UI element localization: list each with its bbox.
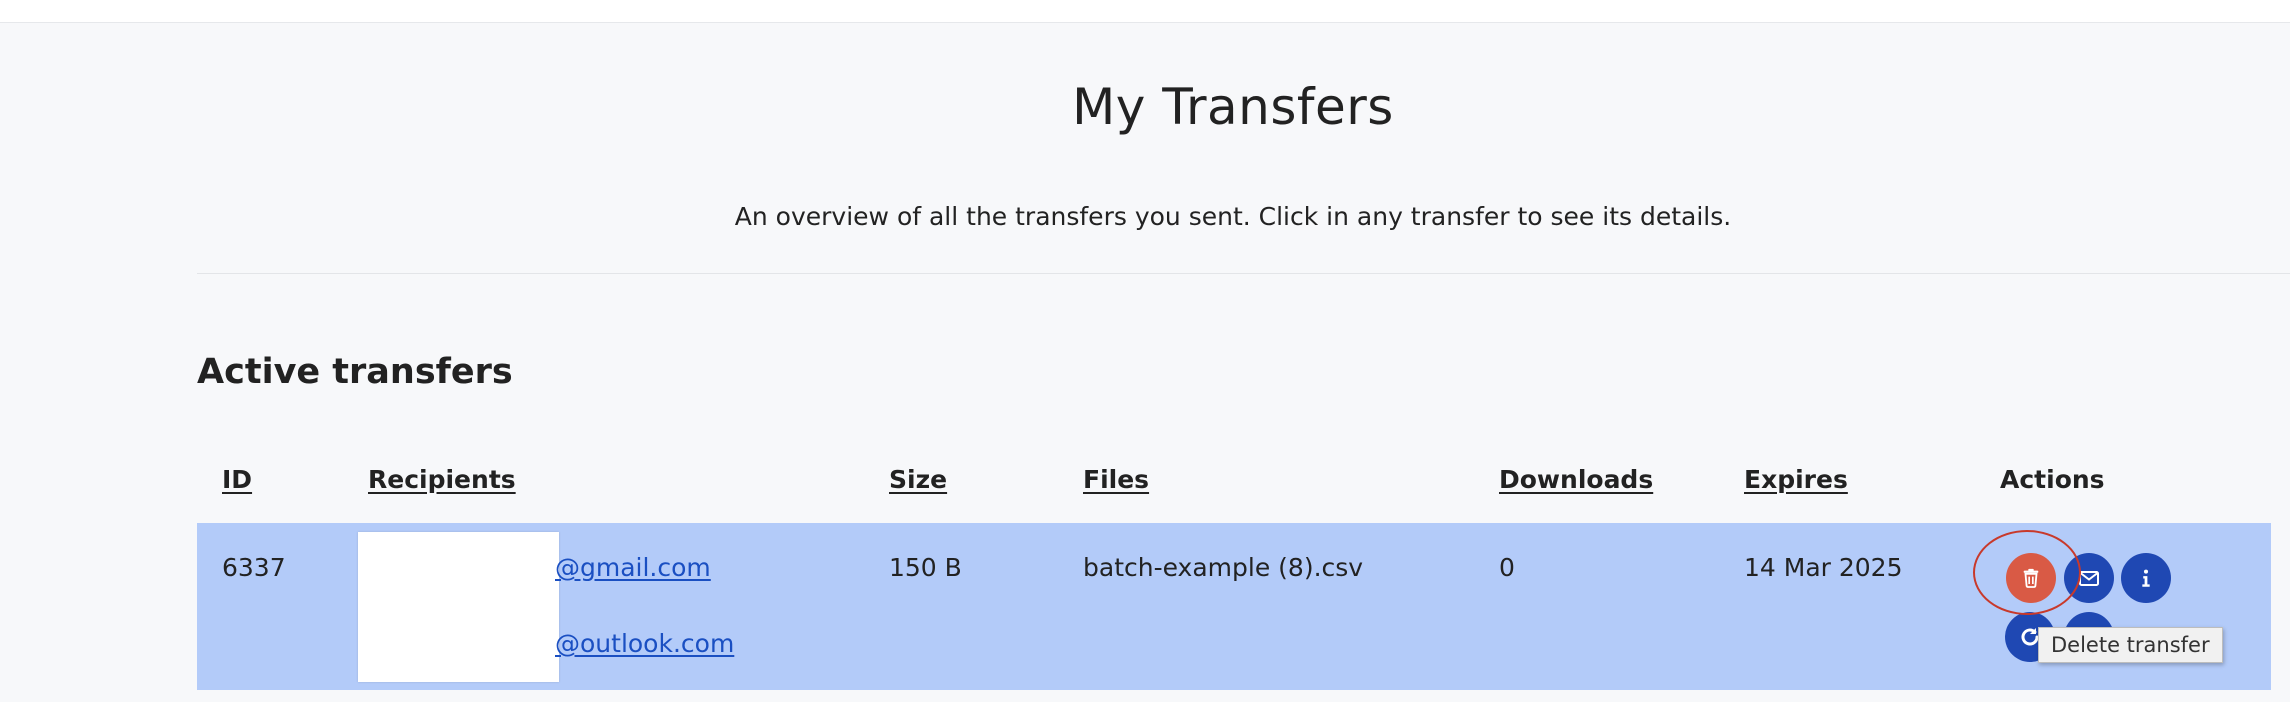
page-title: My Transfers	[1072, 78, 1394, 136]
transfer-expires: 14 Mar 2025	[1744, 553, 1903, 582]
column-header-actions: Actions	[2000, 465, 2105, 494]
annotation-ring	[1973, 530, 2081, 615]
column-header-expires[interactable]: Expires	[1744, 465, 1848, 494]
recipient-link-outlook[interactable]: @outlook.com	[555, 629, 734, 658]
transfer-info-button[interactable]	[2121, 553, 2171, 603]
column-header-recipients[interactable]: Recipients	[368, 465, 516, 494]
info-icon	[2142, 569, 2150, 587]
column-header-files[interactable]: Files	[1083, 465, 1149, 494]
delete-transfer-tooltip: Delete transfer	[2038, 627, 2223, 663]
transfer-downloads: 0	[1499, 553, 1515, 582]
transfer-files: batch-example (8).csv	[1083, 553, 1364, 582]
top-bar	[0, 0, 2290, 23]
column-header-downloads[interactable]: Downloads	[1499, 465, 1653, 494]
column-header-id[interactable]: ID	[222, 465, 252, 494]
active-transfers-heading: Active transfers	[197, 352, 513, 392]
column-header-size[interactable]: Size	[889, 465, 947, 494]
recipient-link-gmail[interactable]: @gmail.com	[555, 553, 711, 582]
transfer-id: 6337	[222, 553, 286, 582]
section-divider	[197, 273, 2290, 274]
redacted-recipient-names	[358, 532, 559, 682]
page-subtitle: An overview of all the transfers you sen…	[734, 202, 1732, 231]
transfer-size: 150 B	[889, 553, 962, 582]
